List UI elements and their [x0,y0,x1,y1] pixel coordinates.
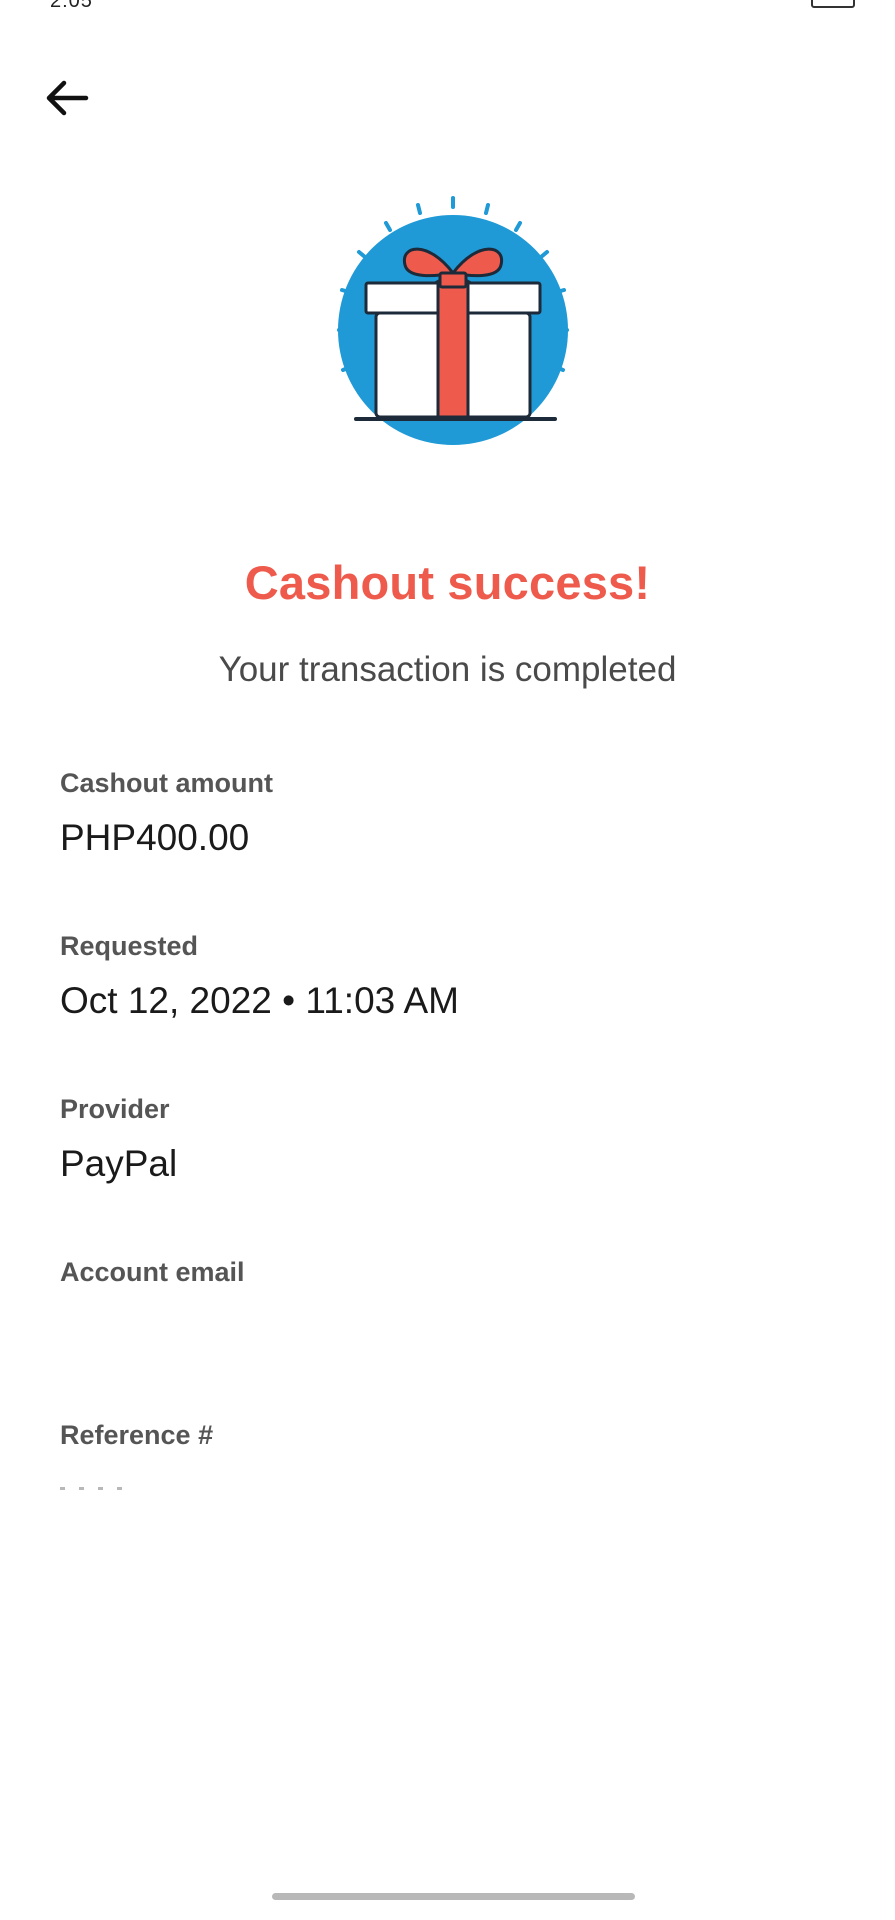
detail-cashout-amount: Cashout amount PHP400.00 [60,768,840,859]
detail-provider: Provider PayPal [60,1094,840,1185]
detail-reference: Reference # [60,1420,840,1490]
status-bar: 2:05 [0,0,895,14]
battery-icon [811,0,855,8]
home-indicator[interactable] [272,1893,635,1900]
status-time: 2:05 [50,0,93,12]
detail-label: Cashout amount [60,768,273,798]
detail-label: Reference # [60,1420,214,1450]
detail-requested: Requested Oct 12, 2022 • 11:03 AM [60,931,840,1022]
detail-value: Oct 12, 2022 • 11:03 AM [60,980,459,1021]
success-subtitle: Your transaction is completed [218,650,677,689]
detail-value: PHP400.00 [60,817,250,858]
redacted-reference [60,1477,180,1490]
success-title: Cashout success! [244,556,651,609]
detail-label: Requested [60,931,199,961]
hero-illustration [0,185,895,455]
arrow-left-icon [46,80,89,116]
detail-value: PayPal [60,1143,178,1184]
gift-box-icon [337,196,569,445]
detail-label: Account email [60,1257,245,1287]
detail-label: Provider [60,1094,170,1124]
back-button[interactable] [42,72,92,122]
detail-account-email: Account email [60,1257,840,1306]
